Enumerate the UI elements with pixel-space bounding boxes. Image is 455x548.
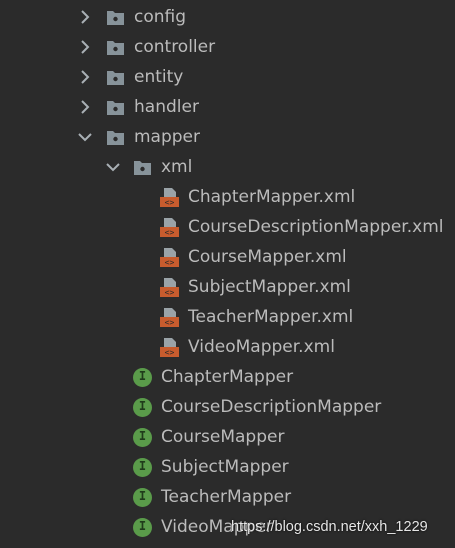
tree-item-xml-file[interactable]: <> TeacherMapper.xml bbox=[0, 302, 455, 332]
tree-item-xml-file[interactable]: <> CourseMapper.xml bbox=[0, 242, 455, 272]
tree-item-xml-file[interactable]: <> CourseDescriptionMapper.xml bbox=[0, 212, 455, 242]
tree-item-xml-folder[interactable]: xml bbox=[0, 152, 455, 182]
interface-icon: I bbox=[133, 458, 152, 477]
folder-icon bbox=[134, 161, 151, 175]
tree-item-label: CourseDescriptionMapper bbox=[161, 397, 382, 417]
tree-item-label: CourseDescriptionMapper.xml bbox=[188, 217, 444, 237]
xml-file-icon: <> bbox=[160, 338, 179, 357]
chevron-right-icon[interactable] bbox=[76, 8, 94, 26]
package-folder-icon bbox=[107, 71, 124, 85]
project-tree: config controller entity handler mapper … bbox=[0, 0, 455, 548]
tree-item-label: config bbox=[134, 7, 187, 27]
xml-file-icon: <> bbox=[160, 218, 179, 237]
tree-item-interface[interactable]: I SubjectMapper bbox=[0, 452, 455, 482]
package-folder-icon bbox=[107, 11, 124, 25]
chevron-right-icon[interactable] bbox=[76, 98, 94, 116]
tree-item-config[interactable]: config bbox=[0, 2, 455, 32]
tree-item-handler[interactable]: handler bbox=[0, 92, 455, 122]
chevron-down-icon[interactable] bbox=[76, 128, 94, 146]
xml-file-icon: <> bbox=[160, 188, 179, 207]
package-folder-icon bbox=[107, 131, 124, 145]
tree-item-xml-file[interactable]: <> SubjectMapper.xml bbox=[0, 272, 455, 302]
tree-item-label: mapper bbox=[134, 127, 201, 147]
package-folder-icon bbox=[107, 101, 124, 115]
tree-item-label: SubjectMapper.xml bbox=[188, 277, 351, 297]
interface-icon: I bbox=[133, 488, 152, 507]
tree-item-label: TeacherMapper bbox=[161, 487, 292, 507]
tree-item-xml-file[interactable]: <> ChapterMapper.xml bbox=[0, 182, 455, 212]
tree-item-xml-file[interactable]: <> VideoMapper.xml bbox=[0, 332, 455, 362]
xml-file-icon: <> bbox=[160, 308, 179, 327]
package-folder-icon bbox=[107, 41, 124, 55]
svg-text:<>: <> bbox=[165, 348, 175, 357]
tree-item-label: ChapterMapper bbox=[161, 367, 294, 387]
tree-item-label: handler bbox=[134, 97, 199, 117]
tree-item-mapper[interactable]: mapper bbox=[0, 122, 455, 152]
xml-file-icon: <> bbox=[160, 278, 179, 297]
watermark: https://blog.csdn.net/xxh_1229 bbox=[231, 519, 428, 535]
tree-item-label: entity bbox=[134, 67, 184, 87]
tree-item-interface[interactable]: I TeacherMapper bbox=[0, 482, 455, 512]
tree-item-interface[interactable]: I CourseMapper bbox=[0, 422, 455, 452]
svg-text:<>: <> bbox=[165, 228, 175, 237]
chevron-down-icon[interactable] bbox=[104, 158, 122, 176]
tree-item-label: SubjectMapper bbox=[161, 457, 289, 477]
tree-item-label: controller bbox=[134, 37, 216, 57]
interface-icon: I bbox=[133, 518, 152, 537]
interface-icon: I bbox=[133, 398, 152, 417]
tree-item-label: CourseMapper.xml bbox=[188, 247, 347, 267]
interface-icon: I bbox=[133, 428, 152, 447]
tree-item-interface[interactable]: I ChapterMapper bbox=[0, 362, 455, 392]
chevron-right-icon[interactable] bbox=[76, 68, 94, 86]
tree-item-label: TeacherMapper.xml bbox=[188, 307, 354, 327]
tree-item-label: VideoMapper.xml bbox=[188, 337, 335, 357]
chevron-right-icon[interactable] bbox=[76, 38, 94, 56]
tree-item-entity[interactable]: entity bbox=[0, 62, 455, 92]
interface-icon: I bbox=[133, 368, 152, 387]
tree-item-label: ChapterMapper.xml bbox=[188, 187, 356, 207]
svg-text:<>: <> bbox=[165, 258, 175, 267]
svg-text:<>: <> bbox=[165, 198, 175, 207]
tree-item-label: xml bbox=[161, 157, 193, 177]
tree-item-controller[interactable]: controller bbox=[0, 32, 455, 62]
tree-item-label: CourseMapper bbox=[161, 427, 285, 447]
svg-text:<>: <> bbox=[165, 318, 175, 327]
xml-file-icon: <> bbox=[160, 248, 179, 267]
tree-item-interface[interactable]: I CourseDescriptionMapper bbox=[0, 392, 455, 422]
svg-text:<>: <> bbox=[165, 288, 175, 297]
